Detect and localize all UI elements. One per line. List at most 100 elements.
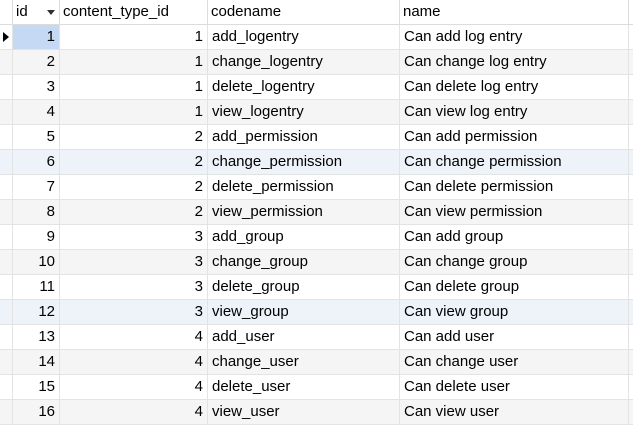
row-indicator[interactable] — [0, 300, 13, 324]
cell-name[interactable]: Can delete log entry — [400, 75, 629, 99]
cell-codename[interactable]: add_group — [208, 225, 400, 249]
cell-codename[interactable]: change_permission — [208, 150, 400, 174]
cell-id[interactable]: 2 — [13, 50, 60, 74]
row-indicator[interactable] — [0, 225, 13, 249]
row-indicator[interactable] — [0, 250, 13, 274]
cell-name[interactable]: Can delete group — [400, 275, 629, 299]
row-indicator[interactable] — [0, 150, 13, 174]
row-indicator[interactable] — [0, 200, 13, 224]
cell-content-type-id[interactable]: 1 — [60, 100, 208, 124]
cell-id[interactable]: 3 — [13, 75, 60, 99]
row-indicator[interactable] — [0, 375, 13, 399]
cell-content-type-id[interactable]: 1 — [60, 25, 208, 49]
cell-content-type-id[interactable]: 4 — [60, 325, 208, 349]
cell-codename[interactable]: view_user — [208, 400, 400, 424]
cell-name[interactable]: Can add group — [400, 225, 629, 249]
cell-codename[interactable]: add_permission — [208, 125, 400, 149]
cell-id[interactable]: 8 — [13, 200, 60, 224]
cell-content-type-id[interactable]: 2 — [60, 175, 208, 199]
row-indicator[interactable] — [0, 400, 13, 424]
row-indicator[interactable] — [0, 350, 13, 374]
cell-name[interactable]: Can add log entry — [400, 25, 629, 49]
cell-codename[interactable]: view_permission — [208, 200, 400, 224]
table-row[interactable]: 3 1 delete_logentry Can delete log entry — [0, 75, 633, 100]
cell-id[interactable]: 13 — [13, 325, 60, 349]
table-row[interactable]: 1 1 add_logentry Can add log entry — [0, 25, 633, 50]
cell-content-type-id[interactable]: 3 — [60, 300, 208, 324]
table-row[interactable]: 4 1 view_logentry Can view log entry — [0, 100, 633, 125]
cell-id[interactable]: 6 — [13, 150, 60, 174]
cell-name[interactable]: Can delete permission — [400, 175, 629, 199]
cell-content-type-id[interactable]: 3 — [60, 225, 208, 249]
cell-name[interactable]: Can change user — [400, 350, 629, 374]
cell-content-type-id[interactable]: 3 — [60, 250, 208, 274]
cell-name[interactable]: Can view user — [400, 400, 629, 424]
cell-id[interactable]: 4 — [13, 100, 60, 124]
table-row[interactable]: 16 4 view_user Can view user — [0, 400, 633, 425]
column-header-content-type-id[interactable]: content_type_id — [60, 0, 208, 24]
cell-content-type-id[interactable]: 1 — [60, 75, 208, 99]
cell-codename[interactable]: change_logentry — [208, 50, 400, 74]
table-row[interactable]: 2 1 change_logentry Can change log entry — [0, 50, 633, 75]
row-indicator[interactable] — [0, 50, 13, 74]
cell-id[interactable]: 7 — [13, 175, 60, 199]
table-row[interactable]: 7 2 delete_permission Can delete permission — [0, 175, 633, 200]
cell-name[interactable]: Can view group — [400, 300, 629, 324]
sort-arrow-icon[interactable] — [47, 10, 55, 15]
cell-codename[interactable]: delete_group — [208, 275, 400, 299]
cell-codename[interactable]: add_user — [208, 325, 400, 349]
cell-content-type-id[interactable]: 2 — [60, 200, 208, 224]
table-row[interactable]: 10 3 change_group Can change group — [0, 250, 633, 275]
row-indicator[interactable] — [0, 325, 13, 349]
cell-codename[interactable]: delete_permission — [208, 175, 400, 199]
row-indicator[interactable] — [0, 175, 13, 199]
cell-id[interactable]: 14 — [13, 350, 60, 374]
cell-content-type-id[interactable]: 2 — [60, 150, 208, 174]
cell-codename[interactable]: add_logentry — [208, 25, 400, 49]
row-indicator[interactable] — [0, 75, 13, 99]
cell-name[interactable]: Can view permission — [400, 200, 629, 224]
cell-name[interactable]: Can change log entry — [400, 50, 629, 74]
cell-content-type-id[interactable]: 3 — [60, 275, 208, 299]
row-indicator[interactable] — [0, 100, 13, 124]
table-row[interactable]: 13 4 add_user Can add user — [0, 325, 633, 350]
table-row[interactable]: 9 3 add_group Can add group — [0, 225, 633, 250]
table-row[interactable]: 14 4 change_user Can change user — [0, 350, 633, 375]
cell-name[interactable]: Can change permission — [400, 150, 629, 174]
cell-id[interactable]: 15 — [13, 375, 60, 399]
cell-codename[interactable]: view_group — [208, 300, 400, 324]
cell-id[interactable]: 5 — [13, 125, 60, 149]
table-row[interactable]: 15 4 delete_user Can delete user — [0, 375, 633, 400]
cell-codename[interactable]: change_user — [208, 350, 400, 374]
cell-content-type-id[interactable]: 1 — [60, 50, 208, 74]
cell-id[interactable]: 16 — [13, 400, 60, 424]
column-header-codename[interactable]: codename — [208, 0, 400, 24]
cell-name[interactable]: Can view log entry — [400, 100, 629, 124]
table-row[interactable]: 5 2 add_permission Can add permission — [0, 125, 633, 150]
cell-codename[interactable]: view_logentry — [208, 100, 400, 124]
cell-name[interactable]: Can add user — [400, 325, 629, 349]
cell-name[interactable]: Can change group — [400, 250, 629, 274]
cell-content-type-id[interactable]: 2 — [60, 125, 208, 149]
cell-name[interactable]: Can delete user — [400, 375, 629, 399]
table-row[interactable]: 8 2 view_permission Can view permission — [0, 200, 633, 225]
column-header-name[interactable]: name — [400, 0, 629, 24]
cell-content-type-id[interactable]: 4 — [60, 375, 208, 399]
cell-id[interactable]: 9 — [13, 225, 60, 249]
cell-codename[interactable]: delete_user — [208, 375, 400, 399]
cell-codename[interactable]: delete_logentry — [208, 75, 400, 99]
cell-id[interactable]: 1 — [13, 25, 60, 49]
row-indicator[interactable] — [0, 275, 13, 299]
cell-id[interactable]: 11 — [13, 275, 60, 299]
cell-id[interactable]: 10 — [13, 250, 60, 274]
cell-codename[interactable]: change_group — [208, 250, 400, 274]
table-row[interactable]: 6 2 change_permission Can change permission — [0, 150, 633, 175]
cell-content-type-id[interactable]: 4 — [60, 350, 208, 374]
row-indicator[interactable] — [0, 25, 13, 49]
row-indicator[interactable] — [0, 125, 13, 149]
cell-name[interactable]: Can add permission — [400, 125, 629, 149]
table-row[interactable]: 11 3 delete_group Can delete group — [0, 275, 633, 300]
cell-content-type-id[interactable]: 4 — [60, 400, 208, 424]
table-row[interactable]: 12 3 view_group Can view group — [0, 300, 633, 325]
column-header-id[interactable]: id — [13, 0, 60, 24]
